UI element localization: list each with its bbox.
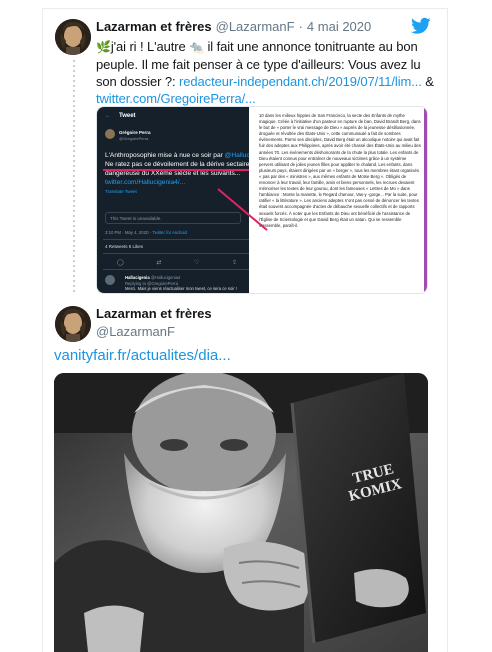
share-icon: ⇪	[231, 260, 237, 266]
vanityfair-link[interactable]: vanityfair.fr/actualites/dia...	[54, 347, 231, 364]
embedded-header-label: Tweet	[119, 113, 136, 119]
reply-avatar	[105, 275, 115, 285]
tweet-photo[interactable]: TRUE KOMIX	[54, 373, 428, 652]
embedded-translate: Translate Tweet	[105, 189, 137, 194]
author-handle[interactable]: @LazarmanF	[216, 19, 295, 34]
red-underline	[103, 169, 251, 171]
tweet-main[interactable]: Lazarman et frères @LazarmanF · 4 mai 20…	[96, 19, 436, 107]
retweet-icon: ⇄	[156, 260, 162, 266]
tweet-header: Lazarman et frères @LazarmanF · 4 mai 20…	[96, 19, 436, 34]
mouse-emoji-icon: 🐀	[189, 40, 204, 54]
embedded-text-line1: L'Anthroposophie mise à nue ce soir par	[105, 152, 225, 159]
embedded-mention: @Halluc	[224, 152, 250, 159]
reply-text: Merci. Mais je viens réactualiser mon tw…	[125, 286, 237, 291]
tweet-media-screenshot[interactable]: ← Tweet Grégoire Perra @GregoirePerra L'A…	[96, 106, 428, 294]
tweet-text: 🌿j'ai ri ! L'autre 🐀 il fait une annonce…	[96, 38, 436, 107]
reply-name: Hallucigenia	[125, 275, 150, 280]
embedded-author-name: Grégoire Perra	[119, 130, 151, 135]
embedded-link: twitter.com/Hallucigenia4/...	[105, 179, 186, 186]
divider	[103, 269, 249, 270]
embedded-action-bar: ◯ ⇄ ♡ ⇪	[117, 259, 237, 266]
avatar-image	[55, 306, 91, 342]
tweet-text-part1: j'ai ri ! L'autre	[110, 39, 190, 54]
reply-handle: @Hallucigenia4	[150, 275, 181, 280]
like-icon: ♡	[193, 260, 200, 266]
embedded-tweet-text: L'Anthroposophie mise à nue ce soir par …	[105, 151, 255, 196]
twitter-link[interactable]: twitter.com/GregoirePerra/...	[96, 91, 256, 106]
embedded-article-text: 10 dans les milieux hippies de San Franc…	[249, 107, 427, 293]
author-handle[interactable]: @LazarmanF	[96, 324, 212, 339]
avatar-image	[55, 19, 91, 55]
leaf-emoji-icon: 🌿	[96, 40, 111, 54]
divider	[103, 239, 249, 240]
divider	[103, 253, 249, 254]
embedded-author-handle: @GregoirePerra	[119, 136, 149, 141]
author-name[interactable]: Lazarman et frères	[96, 306, 212, 321]
embedded-meta-time: 3:10 PM · May 4, 2020 ·	[105, 230, 153, 235]
back-arrow-icon: ←	[105, 113, 111, 119]
embedded-reply: Hallucigenia @Hallucigenia4 Replying to …	[125, 275, 245, 292]
tweet-quoted-header[interactable]: Lazarman et frères @LazarmanF	[96, 306, 212, 339]
photo-image: TRUE KOMIX	[54, 373, 428, 652]
article-side-bar	[424, 107, 427, 293]
avatar[interactable]	[55, 306, 91, 342]
separator-dot: ·	[298, 19, 303, 34]
embedded-stats: 4 Retweets 6 Likes	[105, 244, 144, 249]
article-paragraph: 10 dans les milieux hippies de San Franc…	[259, 113, 421, 228]
avatar[interactable]	[55, 19, 91, 55]
ampersand: &	[421, 74, 434, 89]
embedded-header: ← Tweet	[105, 113, 136, 119]
reply-to: Replying to @GregoirePerra	[125, 280, 178, 286]
article-link[interactable]: redacteur-independant.ch/2019/07/11/lim.…	[179, 74, 422, 89]
tweet-date[interactable]: 4 mai 2020	[307, 19, 371, 34]
unavailable-box: This Tweet is unavailable.	[105, 212, 241, 224]
twitter-bird-icon[interactable]	[411, 17, 431, 35]
thread-connector	[73, 60, 75, 292]
embedded-avatar	[105, 129, 115, 139]
embedded-meta-client: Twitter for Android	[152, 230, 187, 235]
author-name[interactable]: Lazarman et frères	[96, 19, 212, 34]
reply-icon: ◯	[117, 260, 124, 266]
embedded-meta: 3:10 PM · May 4, 2020 · Twitter for Andr…	[105, 230, 187, 235]
embedded-tweet-dark: ← Tweet Grégoire Perra @GregoirePerra L'A…	[97, 107, 253, 293]
